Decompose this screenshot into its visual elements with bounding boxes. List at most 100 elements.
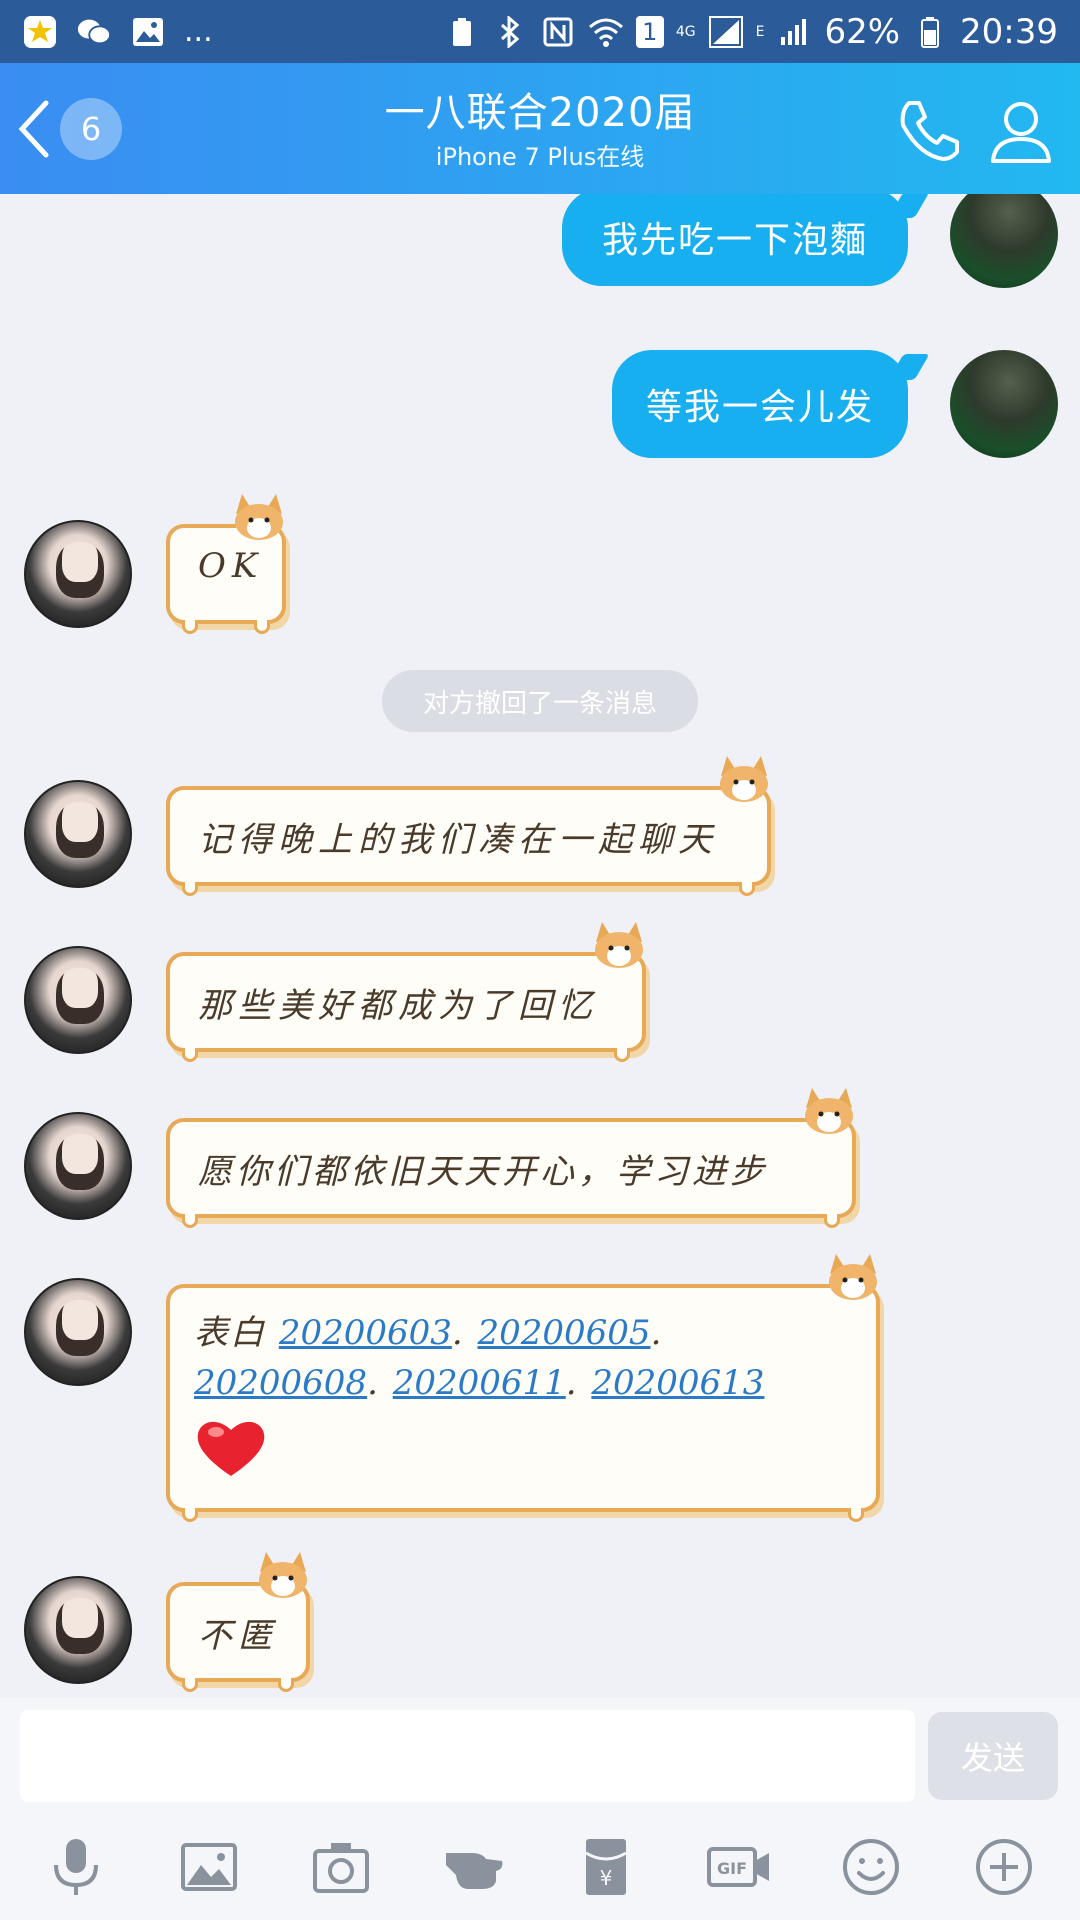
corgi-bubble-decoration: [595, 922, 643, 968]
qq-notification-icon: [22, 14, 58, 50]
separator: .: [565, 1363, 579, 1403]
signal-icon-2: [776, 14, 812, 50]
message-link[interactable]: 20200605: [478, 1313, 651, 1353]
avatar-sender[interactable]: [24, 520, 132, 628]
pointing-hand-icon: [445, 1853, 503, 1889]
message-list[interactable]: 我先吃一下泡麵 等我一会儿发 OK 对方撤回了一条消息 记得晚上的我们凑在一起聊…: [0, 194, 1080, 1698]
image-button[interactable]: [169, 1827, 249, 1907]
battery-saver-icon: [444, 14, 480, 50]
corgi-bubble-decoration: [720, 756, 768, 802]
message-link[interactable]: 20200613: [591, 1363, 764, 1403]
message-bubble-incoming[interactable]: OK: [166, 494, 286, 634]
gallery-notification-icon: [130, 14, 166, 50]
image-icon: [180, 1843, 237, 1891]
more-button[interactable]: [964, 1827, 1044, 1907]
emoji-button[interactable]: [831, 1827, 911, 1907]
avatar-sender[interactable]: [24, 1278, 132, 1386]
chevron-left-icon: [14, 99, 54, 159]
microphone-icon: [54, 1839, 99, 1895]
input-toolbar: ¥ GIF: [0, 1814, 1080, 1920]
battery-icon: [912, 14, 948, 50]
camera-icon: [313, 1843, 370, 1893]
corgi-bubble-decoration: [259, 1552, 307, 1598]
battery-percent: 62%: [824, 11, 901, 52]
bubble-foot: [614, 1048, 630, 1062]
composer: 发送: [0, 1698, 1080, 1814]
message-link[interactable]: 20200608: [194, 1363, 367, 1403]
message-bubble-incoming[interactable]: 记得晚上的我们凑在一起聊天: [166, 756, 771, 896]
network-type-label-2: E: [755, 23, 765, 40]
avatar-sender[interactable]: [24, 946, 132, 1054]
bubble-foot: [182, 882, 198, 896]
message-bubble-incoming[interactable]: 愿你们都依旧天天开心，学习进步: [166, 1088, 856, 1228]
gif-label: GIF: [717, 1859, 747, 1878]
plus-icon: [975, 1839, 1032, 1895]
bluetooth-icon: [492, 14, 528, 50]
avatar-sender[interactable]: [24, 1112, 132, 1220]
unread-count-badge: 6: [60, 98, 122, 160]
message-link[interactable]: 20200603: [279, 1313, 452, 1353]
message-text: 我先吃一下泡麵: [601, 220, 868, 261]
message-link[interactable]: 20200611: [393, 1363, 566, 1403]
message-prefix: 表白: [194, 1313, 266, 1353]
camera-button[interactable]: [301, 1827, 381, 1907]
smiley-icon: [843, 1839, 900, 1895]
separator: .: [451, 1313, 465, 1353]
recalled-message-notice: 对方撤回了一条消息: [422, 688, 657, 719]
nfc-icon: [540, 14, 576, 50]
gif-icon: GIF: [706, 1847, 769, 1887]
message-bubble-outgoing[interactable]: 我先吃一下泡麵: [562, 194, 908, 286]
svg-text:¥: ¥: [600, 1866, 613, 1890]
system-notice: 对方撤回了一条消息: [382, 670, 698, 732]
bubble-foot: [254, 620, 270, 634]
gif-button[interactable]: GIF: [699, 1827, 779, 1907]
back-button[interactable]: 6: [14, 93, 144, 165]
chat-header: 6 一八联合2020届 iPhone 7 Plus在线: [0, 63, 1080, 194]
bubble-foot: [824, 1214, 840, 1228]
message-bubble-incoming[interactable]: 表白 20200603. 20200605. 20200608. 2020061…: [166, 1254, 880, 1522]
wechat-notification-icon: [76, 14, 112, 50]
bubble-foot: [278, 1678, 294, 1692]
bubble-foot: [182, 1508, 198, 1522]
bubble-foot: [182, 1214, 198, 1228]
voice-button[interactable]: [36, 1827, 116, 1907]
message-text: 等我一会儿发: [645, 387, 874, 428]
message-text: 记得晚上的我们凑在一起聊天: [198, 819, 718, 860]
message-bubble-outgoing[interactable]: 等我一会儿发: [612, 350, 908, 458]
bubble-foot: [182, 1048, 198, 1062]
message-bubble-incoming[interactable]: 不匿: [166, 1552, 310, 1692]
red-packet-button[interactable]: ¥: [566, 1827, 646, 1907]
corgi-bubble-decoration: [235, 494, 283, 540]
message-text: 不匿: [198, 1615, 278, 1656]
bubble-foot: [848, 1508, 864, 1522]
phone-icon: [893, 101, 965, 171]
avatar-self[interactable]: [950, 194, 1058, 288]
chat-title[interactable]: 一八联合2020届: [240, 89, 840, 137]
red-packet-icon: ¥: [585, 1839, 628, 1895]
message-text-line: 20200608. 20200611. 20200613: [194, 1358, 852, 1408]
separator: .: [650, 1313, 664, 1353]
network-type-label: 4G: [675, 23, 696, 40]
message-text: 愿你们都依旧天天开心，学习进步: [198, 1151, 768, 1192]
message-text: OK: [198, 546, 264, 586]
send-button[interactable]: 发送: [928, 1712, 1058, 1800]
bubble-foot: [739, 882, 755, 896]
message-text-line: 表白 20200603. 20200605.: [194, 1308, 852, 1358]
message-input[interactable]: [20, 1710, 915, 1802]
wifi-icon: [588, 14, 624, 50]
group-profile-button[interactable]: [985, 95, 1057, 167]
call-button[interactable]: [893, 95, 965, 167]
user-icon: [985, 102, 1057, 171]
corgi-bubble-decoration: [829, 1254, 877, 1300]
avatar-self[interactable]: [950, 350, 1058, 458]
avatar-sender[interactable]: [24, 780, 132, 888]
heart-emoji: [194, 1416, 852, 1494]
status-bar: ... 1 4G E 62% 20:39: [0, 0, 1080, 63]
corgi-bubble-decoration: [805, 1088, 853, 1134]
poke-button[interactable]: [434, 1827, 514, 1907]
bubble-foot: [182, 1678, 198, 1692]
avatar-sender[interactable]: [24, 1576, 132, 1684]
more-notifications: ...: [184, 14, 213, 49]
message-bubble-incoming[interactable]: 那些美好都成为了回忆: [166, 922, 646, 1062]
clock: 20:39: [960, 11, 1058, 52]
